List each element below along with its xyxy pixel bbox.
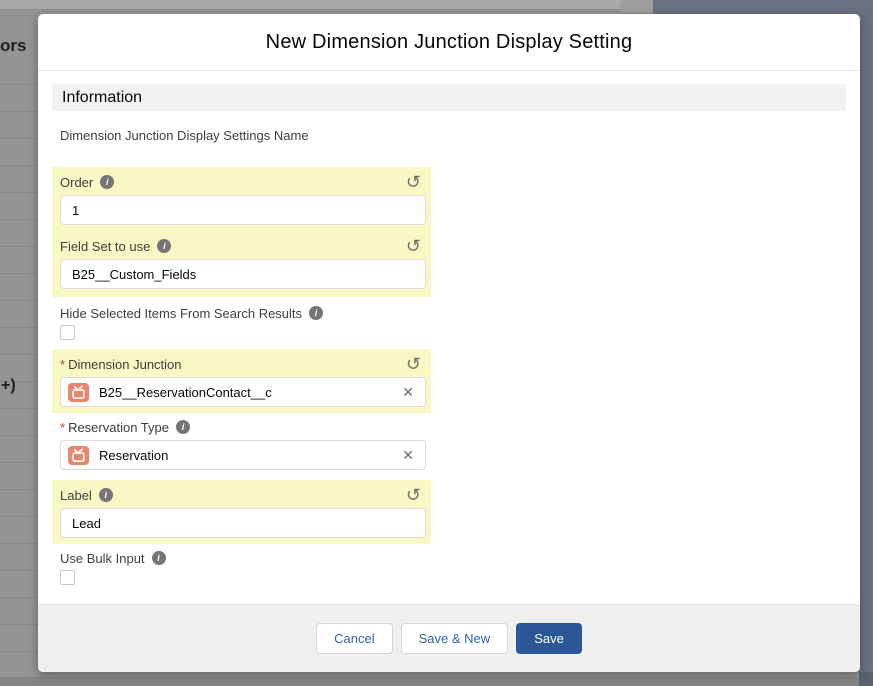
background-dark-panel-side-bottom xyxy=(859,672,873,686)
background-tab xyxy=(620,0,654,12)
undo-icon[interactable]: ↺ xyxy=(406,175,421,189)
reservation-type-field-group: * Reservation Type i Reservation ✕ xyxy=(60,419,846,470)
information-section-header[interactable]: Information xyxy=(52,84,846,111)
custom-object-icon xyxy=(68,383,89,402)
clear-icon[interactable]: ✕ xyxy=(402,448,414,462)
modal-footer: Cancel Save & New Save xyxy=(38,604,860,672)
reservation-type-label: Reservation Type xyxy=(68,420,169,435)
background-bottom-band xyxy=(0,677,859,686)
info-icon[interactable]: i xyxy=(100,175,114,189)
cancel-button[interactable]: Cancel xyxy=(316,623,392,654)
new-dimension-junction-display-setting-modal: New Dimension Junction Display Setting I… xyxy=(38,14,860,672)
info-icon[interactable]: i xyxy=(152,551,166,565)
label-input[interactable] xyxy=(60,508,426,538)
order-input[interactable] xyxy=(60,195,426,225)
required-marker: * xyxy=(60,420,65,435)
use-bulk-input-checkbox[interactable] xyxy=(60,570,75,585)
background-table-rows xyxy=(0,58,38,678)
use-bulk-input-field-group: Use Bulk Input i xyxy=(60,549,846,585)
hide-selected-items-label: Hide Selected Items From Search Results xyxy=(60,306,302,321)
use-bulk-input-label: Use Bulk Input xyxy=(60,551,145,566)
info-icon[interactable]: i xyxy=(176,420,190,434)
hide-selected-items-checkbox[interactable] xyxy=(60,325,75,340)
clear-icon[interactable]: ✕ xyxy=(402,385,414,399)
info-icon[interactable]: i xyxy=(309,306,323,320)
save-button[interactable]: Save xyxy=(516,623,582,654)
info-icon[interactable]: i xyxy=(99,488,113,502)
modal-header: New Dimension Junction Display Setting xyxy=(38,14,860,71)
reservation-type-value: Reservation xyxy=(99,448,168,463)
information-section-title: Information xyxy=(62,89,142,107)
field-set-input[interactable] xyxy=(60,259,426,289)
background-top-bar xyxy=(0,0,653,10)
dimension-junction-value: B25__ReservationContact__c xyxy=(99,385,272,400)
hide-selected-items-field-group: Hide Selected Items From Search Results … xyxy=(60,304,846,340)
background-dark-panel-side xyxy=(859,0,873,686)
custom-object-icon xyxy=(68,446,89,465)
undo-icon[interactable]: ↺ xyxy=(406,488,421,502)
dimension-junction-field-group: * Dimension Junction ↺ B25__ReservationC… xyxy=(52,349,431,413)
label-field-group: Label i ↺ xyxy=(52,480,431,544)
order-label: Order xyxy=(60,175,93,190)
background-partial-row-text: +) xyxy=(1,377,39,395)
info-icon[interactable]: i xyxy=(157,239,171,253)
background-partial-heading: ors xyxy=(0,36,38,56)
undo-icon[interactable]: ↺ xyxy=(406,357,421,371)
display-settings-name-label: Dimension Junction Display Settings Name xyxy=(60,128,846,144)
required-marker: * xyxy=(60,357,65,372)
field-set-field-group: Field Set to use i ↺ xyxy=(52,231,431,297)
reservation-type-lookup-pill[interactable]: Reservation ✕ xyxy=(60,440,426,470)
modal-body: Information Dimension Junction Display S… xyxy=(38,71,860,604)
field-set-label: Field Set to use xyxy=(60,239,150,254)
dimension-junction-label: Dimension Junction xyxy=(68,357,181,372)
undo-icon[interactable]: ↺ xyxy=(406,239,421,253)
save-and-new-button[interactable]: Save & New xyxy=(401,623,509,654)
label-field-label: Label xyxy=(60,488,92,503)
order-field-group: Order i ↺ xyxy=(52,167,431,231)
dimension-junction-lookup-pill[interactable]: B25__ReservationContact__c ✕ xyxy=(60,377,426,407)
modal-title: New Dimension Junction Display Setting xyxy=(266,31,633,54)
